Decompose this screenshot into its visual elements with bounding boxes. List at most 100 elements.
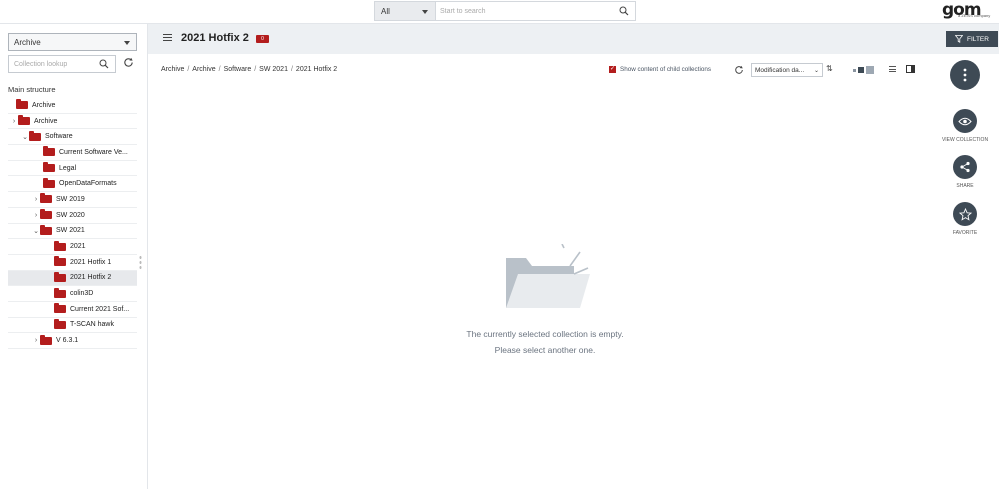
tree-item-label: 2021 [70,243,86,251]
tree-item-label: OpenDataFormats [59,180,117,188]
tree-item[interactable]: OpenDataFormats [8,176,137,193]
breadcrumb-separator: / [218,66,221,73]
tree-item[interactable]: › SW 2020 [8,208,137,224]
filter-button[interactable]: FILTER [946,31,998,47]
tree-item[interactable]: › Archive [8,114,137,130]
folder-icon [54,271,66,282]
breadcrumb-item[interactable]: Archive [192,66,215,73]
search-icon[interactable] [99,59,109,69]
filter-icon [955,35,964,43]
chevron-down-icon: ⌄ [813,68,819,74]
share-icon[interactable] [953,155,977,179]
folder-icon [43,146,55,157]
folder-icon [40,224,52,235]
tree-item-label: SW 2020 [56,211,85,219]
tree-item-label: Software [45,133,73,141]
tree-item-label: 2021 Hotfix 1 [70,258,112,266]
tree-item[interactable]: colin3D [8,286,137,302]
chevron-right-icon[interactable]: › [32,196,40,203]
breadcrumb-separator: / [187,66,190,73]
empty-folder-icon [506,244,590,308]
chevron-down-icon[interactable]: ⌄ [21,133,29,141]
tree-item-label: V 6.3.1 [56,337,79,345]
grid-size-selector[interactable] [853,66,874,74]
tree-item[interactable]: 2021 Hotfix 1 [8,255,137,271]
item-count-badge: 0 [256,35,269,43]
grid-small-icon[interactable] [853,68,856,72]
collection-lookup-input[interactable]: Collection lookup [8,55,116,73]
tree-item-label: SW 2021 [56,227,85,235]
sort-direction-icon[interactable]: ⇅ [826,64,833,73]
star-icon[interactable] [953,202,977,226]
collection-lookup-placeholder: Collection lookup [14,61,68,68]
search-icon[interactable] [619,6,629,16]
breadcrumb-separator: / [290,66,293,73]
tree-item[interactable]: ⌄ Software [8,129,137,146]
show-child-collections-toggle[interactable]: ✓ Show content of child collections [609,66,711,73]
tree-item-label: Archive [32,101,56,109]
list-view-icon[interactable] [889,66,896,74]
search-scope-select[interactable]: All [374,1,436,21]
tree-item[interactable]: T-SCAN hawk [8,318,137,334]
empty-state-message: The currently selected collection is emp… [400,326,690,358]
checkbox-checked-icon[interactable]: ✓ [609,66,616,73]
chevron-right-icon[interactable]: › [32,337,40,344]
tree-item-label: Legal [59,164,77,172]
archive-select-value: Archive [14,38,41,47]
breadcrumb-separator: / [254,66,257,73]
tree-item[interactable]: Current 2021 Sof... [8,302,137,318]
folder-icon [18,115,30,126]
grid-large-icon[interactable] [866,66,874,74]
menu-icon[interactable] [163,34,172,43]
folder-icon [40,209,52,220]
tree-item[interactable]: › SW 2019 [8,192,137,208]
show-child-collections-label: Show content of child collections [620,66,712,73]
breadcrumb: Archive / Archive / Software / SW 2021/2021 Ho… [161,66,337,73]
favorite-action[interactable]: FAVORITE [935,202,995,236]
sidebar-resize-handle[interactable] [139,255,142,271]
tree-item[interactable]: Archive [8,98,137,114]
grid-medium-icon[interactable] [858,67,864,73]
detail-view-icon[interactable] [906,65,915,73]
chevron-right-icon[interactable]: › [10,118,18,125]
tree-item-selected[interactable]: 2021 Hotfix 2 [8,270,137,287]
refresh-icon[interactable] [734,65,744,75]
folder-icon [40,334,52,345]
sort-select-value: Modification da... [755,67,805,74]
sidebar: Archive Collection lookup Main structure… [0,24,148,489]
view-collection-action[interactable]: VIEW COLLECTION [935,109,995,143]
sort-select[interactable]: Modification da... ⌄ [751,63,823,77]
tree-item[interactable]: Current Software Ve... [8,145,137,161]
chevron-right-icon[interactable]: › [32,212,40,219]
folder-icon [43,162,55,173]
search-input[interactable]: Start to search [436,1,636,21]
share-action[interactable]: SHARE [935,155,995,189]
folder-icon [54,318,66,329]
breadcrumb-item-current: 2021 Hotfix 2 [295,66,338,73]
breadcrumb-item[interactable]: Archive [161,66,184,73]
folder-icon [40,193,52,204]
more-vertical-icon[interactable] [950,60,980,90]
folder-icon [29,130,41,141]
folder-icon [43,177,55,188]
top-bar: All Start to search gom a ZEISS company [0,0,999,24]
tree-item-label: Archive [34,117,58,125]
breadcrumb-item[interactable]: Software [224,66,252,73]
favorite-label: FAVORITE [952,230,978,236]
more-actions[interactable] [935,60,995,90]
caret-down-icon [124,41,130,45]
search-scope-label: All [381,7,390,16]
tree-item[interactable]: › V 6.3.1 [8,333,137,349]
refresh-icon[interactable] [123,57,134,68]
eye-icon[interactable] [953,109,977,133]
tree-item[interactable]: ⌄ SW 2021 [8,224,137,240]
folder-icon [54,256,66,267]
tree-item[interactable]: 2021 [8,239,137,255]
tree-item-label: SW 2019 [56,195,85,203]
breadcrumb-item[interactable]: SW 2021 [259,66,288,73]
archive-select[interactable]: Archive [8,33,137,51]
chevron-down-icon[interactable]: ⌄ [32,227,40,235]
tree-item[interactable]: Legal [8,161,137,177]
tree-item-label: Current 2021 Sof... [70,305,130,313]
folder-icon [16,99,28,110]
